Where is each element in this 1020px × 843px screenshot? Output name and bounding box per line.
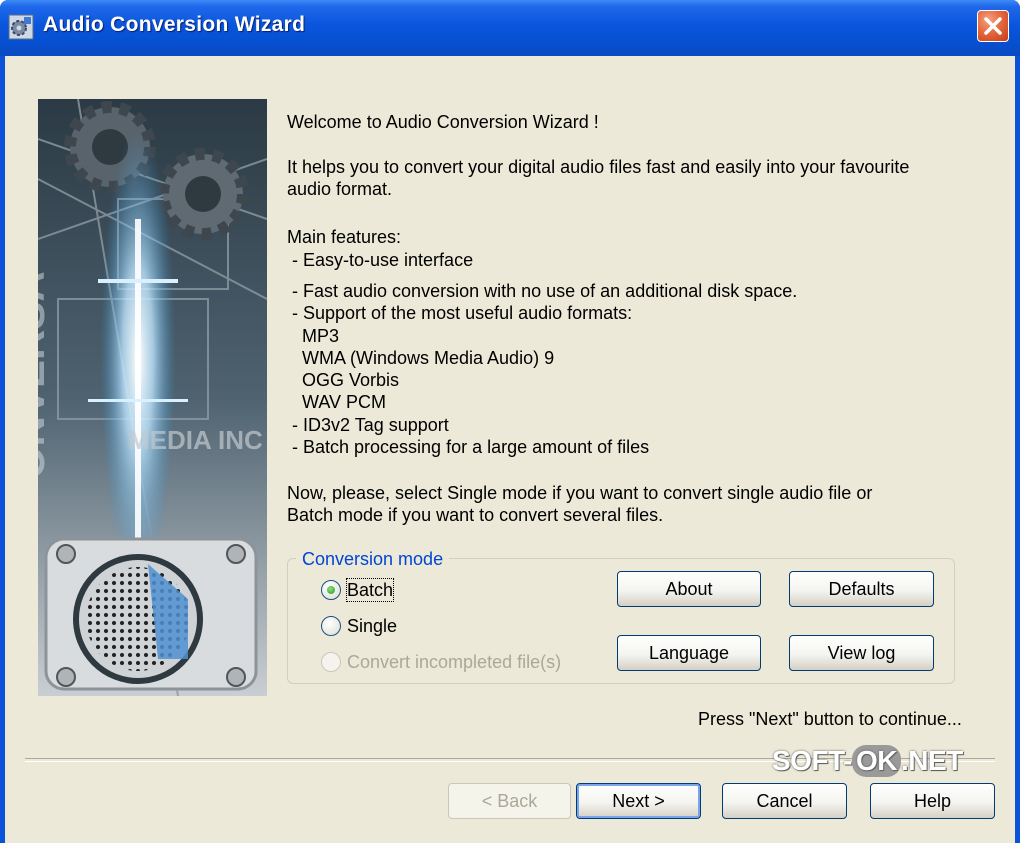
single-radio-button[interactable] xyxy=(321,616,341,636)
language-button[interactable]: Language xyxy=(617,635,761,671)
format-item: OGG Vorbis xyxy=(302,370,400,390)
close-button[interactable] xyxy=(977,10,1009,42)
format-item: WMA (Windows Media Audio) 9 xyxy=(302,348,555,368)
dialog-body: ONVERSA MEDIA INC Welcome to Audio Conve… xyxy=(5,56,1015,843)
features-heading: Main features: xyxy=(287,227,402,247)
back-button[interactable]: < Back xyxy=(448,783,571,819)
watermark-part: OK xyxy=(851,745,901,777)
format-item: WAV PCM xyxy=(302,392,386,412)
feature-item: - ID3v2 Tag support xyxy=(287,415,449,435)
cancel-button[interactable]: Cancel xyxy=(722,783,847,819)
single-radio-label[interactable]: Single xyxy=(347,615,397,637)
feature-item: - Batch processing for a large amount of… xyxy=(287,437,650,457)
app-gear-icon xyxy=(8,14,34,40)
batch-radio-label[interactable]: Batch xyxy=(345,578,395,602)
feature-item: - Easy-to-use interface xyxy=(287,250,474,270)
view-log-button[interactable]: View log xyxy=(789,635,934,671)
help-button[interactable]: Help xyxy=(870,783,995,819)
watermark-logo: SOFT- OK .NET xyxy=(772,745,963,777)
feature-item: - Support of the most useful audio forma… xyxy=(287,303,633,323)
defaults-button[interactable]: Defaults xyxy=(789,571,934,607)
title-bar[interactable]: Audio Conversion Wizard xyxy=(0,0,1020,56)
wizard-side-image: ONVERSA MEDIA INC xyxy=(38,99,267,696)
continue-hint: Press "Next" button to continue... xyxy=(698,709,962,729)
incomplete-files-radio-label: Convert incompleted file(s) xyxy=(347,652,562,672)
gear-icon xyxy=(157,148,249,240)
svg-text:MEDIA INC: MEDIA INC xyxy=(128,425,263,455)
format-item: MP3 xyxy=(302,326,340,346)
svg-text:ONVERSA: ONVERSA xyxy=(38,271,53,479)
instruction-text: Now, please, select Single mode if you w… xyxy=(287,483,873,503)
side-art-graphic: ONVERSA MEDIA INC xyxy=(38,99,267,696)
about-button[interactable]: About xyxy=(617,571,761,607)
intro-text-continued: audio format. xyxy=(287,179,393,199)
close-icon xyxy=(984,17,1002,35)
feature-item: - Fast audio conversion with no use of a… xyxy=(287,281,798,301)
incomplete-files-radio-button xyxy=(321,652,341,672)
wizard-window: Audio Conversion Wizard ONVERSA MEDIA IN… xyxy=(0,0,1020,843)
batch-radio-option[interactable]: Batch xyxy=(321,578,395,602)
intro-text: It helps you to convert your digital aud… xyxy=(287,157,910,177)
batch-radio-button[interactable] xyxy=(321,580,341,600)
window-title: Audio Conversion Wizard xyxy=(43,13,306,36)
single-radio-option[interactable]: Single xyxy=(321,615,397,637)
instruction-text-continued: Batch mode if you want to convert severa… xyxy=(287,505,664,525)
watermark-part: SOFT- xyxy=(772,745,852,776)
conversion-mode-title: Conversion mode xyxy=(296,548,450,570)
welcome-heading: Welcome to Audio Conversion Wizard ! xyxy=(287,112,599,132)
incomplete-files-radio-option: Convert incompleted file(s) xyxy=(321,651,561,673)
watermark-part: .NET xyxy=(900,745,963,776)
next-button[interactable]: Next > xyxy=(576,783,701,819)
